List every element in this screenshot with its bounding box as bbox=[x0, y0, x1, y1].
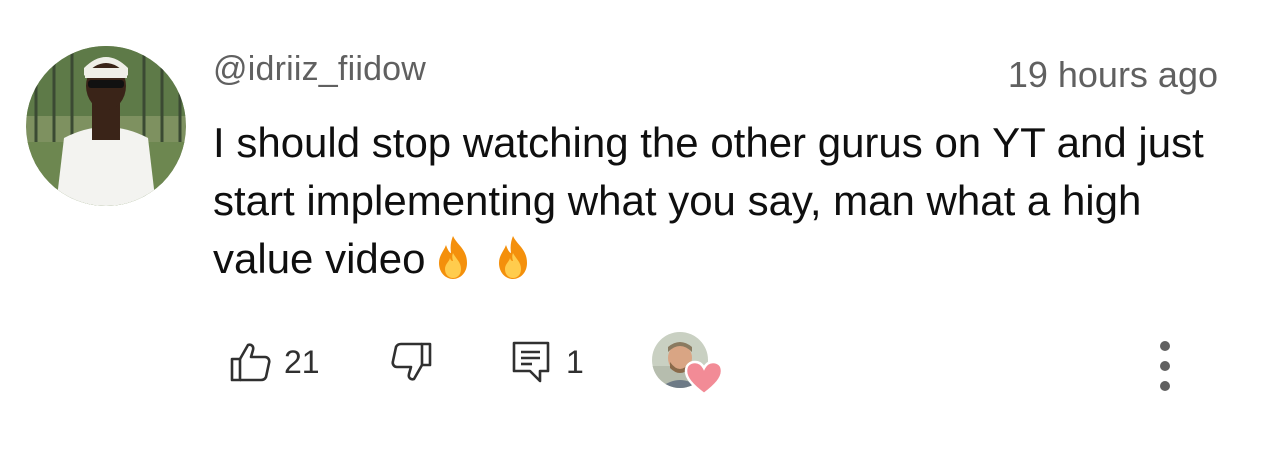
creator-heart-badge bbox=[652, 332, 724, 396]
author-avatar[interactable] bbox=[26, 46, 186, 206]
comment-text: I should stop watching the other gurus o… bbox=[213, 114, 1253, 288]
dislike-button[interactable] bbox=[390, 332, 434, 392]
thumbs-up-icon bbox=[230, 343, 271, 382]
like-count: 21 bbox=[284, 343, 320, 380]
comment-timestamp: 19 hours ago bbox=[1007, 54, 1218, 95]
reply-button[interactable]: 1 bbox=[510, 332, 584, 392]
comment-author[interactable]: @idriiz_fiidow bbox=[213, 50, 426, 89]
more-vertical-icon bbox=[1160, 341, 1170, 391]
heart-icon bbox=[684, 360, 724, 396]
reply-count: 1 bbox=[566, 343, 584, 380]
thumbs-down-icon bbox=[391, 342, 432, 381]
more-options-button[interactable] bbox=[1150, 336, 1180, 396]
comment-text-content: I should stop watching the other gurus o… bbox=[213, 119, 1204, 282]
fire-emoji-icon bbox=[499, 236, 528, 279]
fire-emoji-icon bbox=[439, 236, 468, 279]
comment-thread: @idriiz_fiidow 19 hours ago I should sto… bbox=[0, 0, 1284, 454]
reply-comment-icon bbox=[512, 341, 550, 383]
like-button[interactable]: 21 bbox=[228, 332, 320, 392]
